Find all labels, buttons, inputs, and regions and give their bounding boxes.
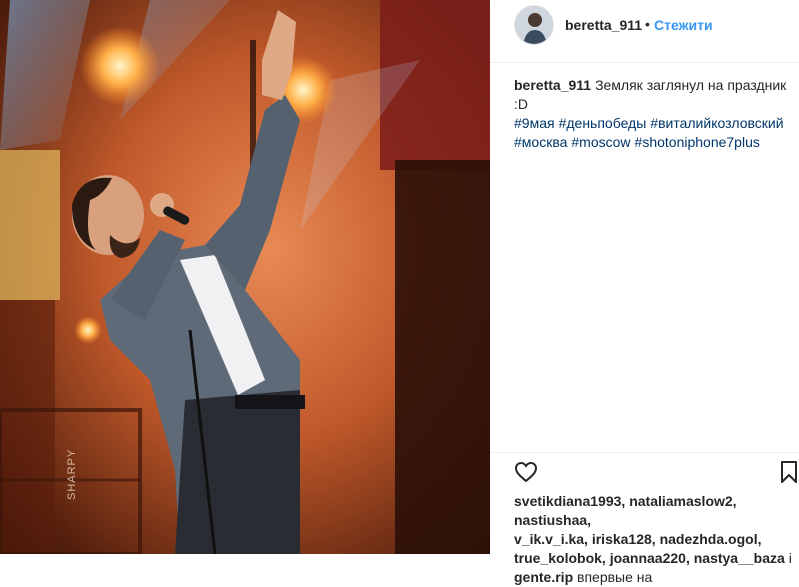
heart-icon[interactable]	[514, 460, 538, 484]
hashtag-link[interactable]: #москва	[514, 134, 567, 150]
liker-username[interactable]: nataliamaslow2,	[629, 493, 736, 509]
liker-username[interactable]: joannaa220,	[610, 550, 690, 566]
caption-username[interactable]: beretta_911	[514, 77, 591, 93]
stage-sign-text: SHARPY	[66, 448, 78, 500]
likes-conjunction: i	[788, 550, 792, 566]
actions-divider	[490, 452, 799, 453]
post-author-username[interactable]: beretta_911	[565, 17, 642, 33]
likes-suffix: впервые на	[577, 569, 653, 585]
liker-username[interactable]: true_kolobok,	[514, 550, 606, 566]
liker-username[interactable]: nadezhda.ogol,	[660, 531, 762, 547]
liker-username[interactable]: v_ik.v_i.ka,	[514, 531, 588, 547]
bookmark-icon[interactable]	[779, 460, 799, 484]
liker-username[interactable]: gente.rip	[514, 569, 573, 585]
post-side-panel: beretta_911 • Стежити beretta_911 Земляк …	[490, 0, 799, 585]
avatar[interactable]	[514, 5, 554, 45]
hashtag-link[interactable]: #shotoniphone7plus	[635, 134, 760, 150]
post-photo[interactable]: SHARPY	[0, 0, 490, 554]
follow-button[interactable]: Стежити	[654, 17, 713, 33]
liker-username[interactable]: iriska128,	[592, 531, 656, 547]
liker-username[interactable]: svetikdiana1993,	[514, 493, 625, 509]
likes-list: svetikdiana1993, nataliamaslow2, nastius…	[514, 492, 798, 587]
post-header: beretta_911 • Стежити	[490, 0, 799, 63]
liker-username[interactable]: nastya__baza	[694, 550, 785, 566]
hashtag-link[interactable]: #9мая	[514, 115, 555, 131]
hashtag-link[interactable]: #деньпобеды	[559, 115, 647, 131]
post-caption: beretta_911 Земляк заглянул на праздник :…	[514, 76, 794, 152]
hashtag-link[interactable]: #виталийкозловский	[650, 115, 783, 131]
header-separator: •	[645, 16, 650, 32]
liker-username[interactable]: nastiushaa,	[514, 512, 591, 528]
hashtag-link[interactable]: #moscow	[571, 134, 630, 150]
